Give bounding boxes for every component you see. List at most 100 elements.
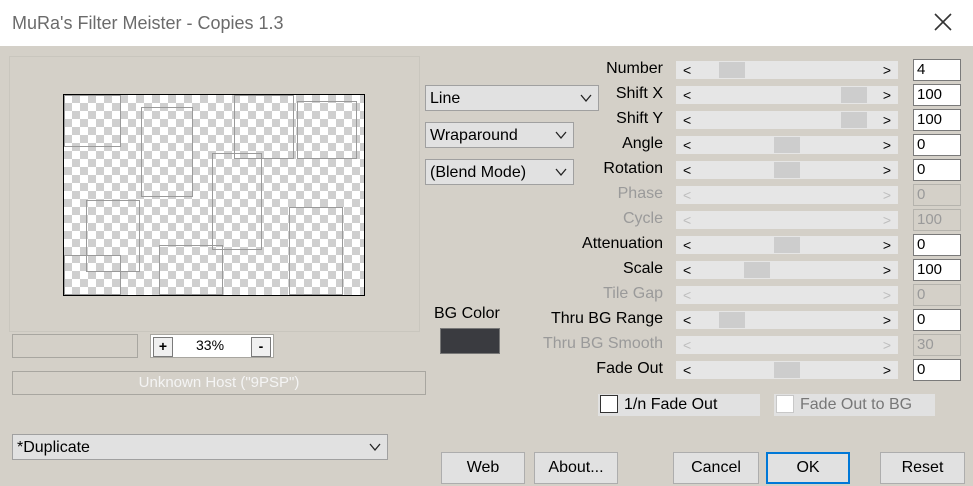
scale-label: Scale (622, 260, 663, 277)
status-field (12, 334, 138, 358)
tile-gap-slider: < > (676, 286, 898, 304)
arrow-left-icon[interactable]: < (683, 161, 691, 179)
reset-button[interactable]: Reset (880, 452, 965, 484)
angle-slider[interactable]: < > (676, 136, 898, 154)
preview-frame (64, 255, 121, 295)
phase-label: Phase (617, 185, 663, 202)
rotation-label: Rotation (603, 160, 663, 177)
thru-bg-smooth-slider: < > (676, 336, 898, 354)
thru-bg-range-slider-thumb[interactable] (719, 312, 745, 328)
number-input[interactable]: 4 (913, 59, 961, 81)
phase-input: 0 (913, 184, 961, 206)
checkbox-box (600, 395, 618, 413)
preview-frame (64, 95, 121, 147)
rotation-slider[interactable]: < > (676, 161, 898, 179)
shift-x-slider[interactable]: < > (676, 86, 898, 104)
arrow-left-icon[interactable]: < (683, 86, 691, 104)
scale-slider-thumb[interactable] (744, 262, 770, 278)
attenuation-input[interactable]: 0 (913, 234, 961, 256)
shift-x-input[interactable]: 100 (913, 84, 961, 106)
close-icon[interactable] (931, 10, 955, 34)
fade-to-bg-label: Fade Out to BG (800, 396, 913, 413)
arrow-right-icon[interactable]: > (883, 61, 891, 79)
preset-select-value: *Duplicate (17, 439, 90, 456)
checkbox-box (776, 395, 794, 413)
angle-label: Angle (622, 135, 663, 152)
ok-button[interactable]: OK (766, 452, 850, 484)
arrow-left-icon[interactable]: < (683, 361, 691, 379)
about-button[interactable]: About... (534, 452, 618, 484)
cycle-input: 100 (913, 209, 961, 231)
fade-out-slider[interactable]: < > (676, 361, 898, 379)
arrow-left-icon: < (683, 212, 692, 228)
arrow-right-icon[interactable]: > (883, 261, 891, 279)
scale-input[interactable]: 100 (913, 259, 961, 281)
arrow-right-icon: > (882, 187, 891, 203)
fade-to-bg-checkbox[interactable]: Fade Out to BG (774, 394, 935, 416)
rotation-slider-thumb[interactable] (774, 162, 800, 178)
arrow-left-icon[interactable]: < (683, 111, 691, 129)
arrow-left-icon[interactable]: < (683, 261, 691, 279)
window-title: MuRa's Filter Meister - Copies 1.3 (12, 13, 284, 33)
zoom-control: + 33% - (150, 334, 274, 358)
arrow-right-icon[interactable]: > (883, 111, 891, 129)
arrow-left-icon: < (683, 287, 692, 303)
arrow-left-icon[interactable]: < (683, 61, 691, 79)
scale-slider[interactable]: < > (676, 261, 898, 279)
preset-select[interactable]: *Duplicate (12, 434, 388, 460)
angle-slider-thumb[interactable] (774, 137, 800, 153)
web-button[interactable]: Web (441, 452, 525, 484)
arrow-right-icon[interactable]: > (883, 236, 891, 254)
shift-y-slider-thumb[interactable] (841, 112, 867, 128)
zoom-in-button[interactable]: + (153, 337, 173, 357)
fade-inverse-checkbox[interactable]: 1/n Fade Out (598, 394, 760, 416)
shift-y-slider[interactable]: < > (676, 111, 898, 129)
preview-frame (297, 101, 357, 159)
fade-inverse-label: 1/n Fade Out (624, 396, 718, 413)
thru-bg-smooth-label: Thru BG Smooth (542, 335, 663, 352)
fade-out-input[interactable]: 0 (913, 359, 961, 381)
host-label: Unknown Host ("9PSP") (12, 371, 426, 395)
preview-frame (289, 207, 343, 295)
phase-slider: < > (676, 186, 898, 204)
arrow-left-icon[interactable]: < (683, 236, 691, 254)
arrow-right-icon[interactable]: > (883, 161, 891, 179)
rotation-input[interactable]: 0 (913, 159, 961, 181)
arrow-right-icon[interactable]: > (883, 86, 891, 104)
zoom-value: 33% (196, 337, 225, 353)
zoom-out-button[interactable]: - (251, 337, 271, 357)
title-bar: MuRa's Filter Meister - Copies 1.3 (0, 0, 973, 46)
number-slider-thumb[interactable] (719, 62, 745, 78)
arrow-left-icon[interactable]: < (683, 136, 691, 154)
arrow-right-icon[interactable]: > (883, 311, 891, 329)
angle-input[interactable]: 0 (913, 134, 961, 156)
fade-out-slider-thumb[interactable] (774, 362, 800, 378)
preview-canvas[interactable] (63, 94, 365, 296)
arrow-left-icon[interactable]: < (683, 311, 691, 329)
arrow-right-icon: > (882, 287, 891, 303)
preview-frame (234, 95, 294, 159)
cancel-button[interactable]: Cancel (673, 452, 759, 484)
attenuation-slider-thumb[interactable] (774, 237, 800, 253)
attenuation-slider[interactable]: < > (676, 236, 898, 254)
preview-frame (141, 107, 193, 197)
thru-bg-range-slider[interactable]: < > (676, 311, 898, 329)
arrow-right-icon[interactable]: > (883, 136, 891, 154)
shift-x-slider-thumb[interactable] (841, 87, 867, 103)
chevron-down-icon (369, 443, 381, 452)
arrow-left-icon: < (683, 337, 692, 353)
fade-out-label: Fade Out (596, 360, 663, 377)
thru-bg-range-input[interactable]: 0 (913, 309, 961, 331)
arrow-left-icon: < (683, 187, 692, 203)
shift-y-input[interactable]: 100 (913, 109, 961, 131)
arrow-right-icon: > (882, 337, 891, 353)
thru-bg-smooth-input: 30 (913, 334, 961, 356)
number-label: Number (606, 60, 663, 77)
mode-select-value: Line (430, 90, 461, 107)
arrow-right-icon[interactable]: > (883, 361, 891, 379)
cycle-label: Cycle (622, 210, 663, 227)
thru-bg-range-label: Thru BG Range (550, 310, 663, 327)
number-slider[interactable]: < > (676, 61, 898, 79)
tile-gap-input: 0 (913, 284, 961, 306)
arrow-right-icon: > (882, 212, 891, 228)
